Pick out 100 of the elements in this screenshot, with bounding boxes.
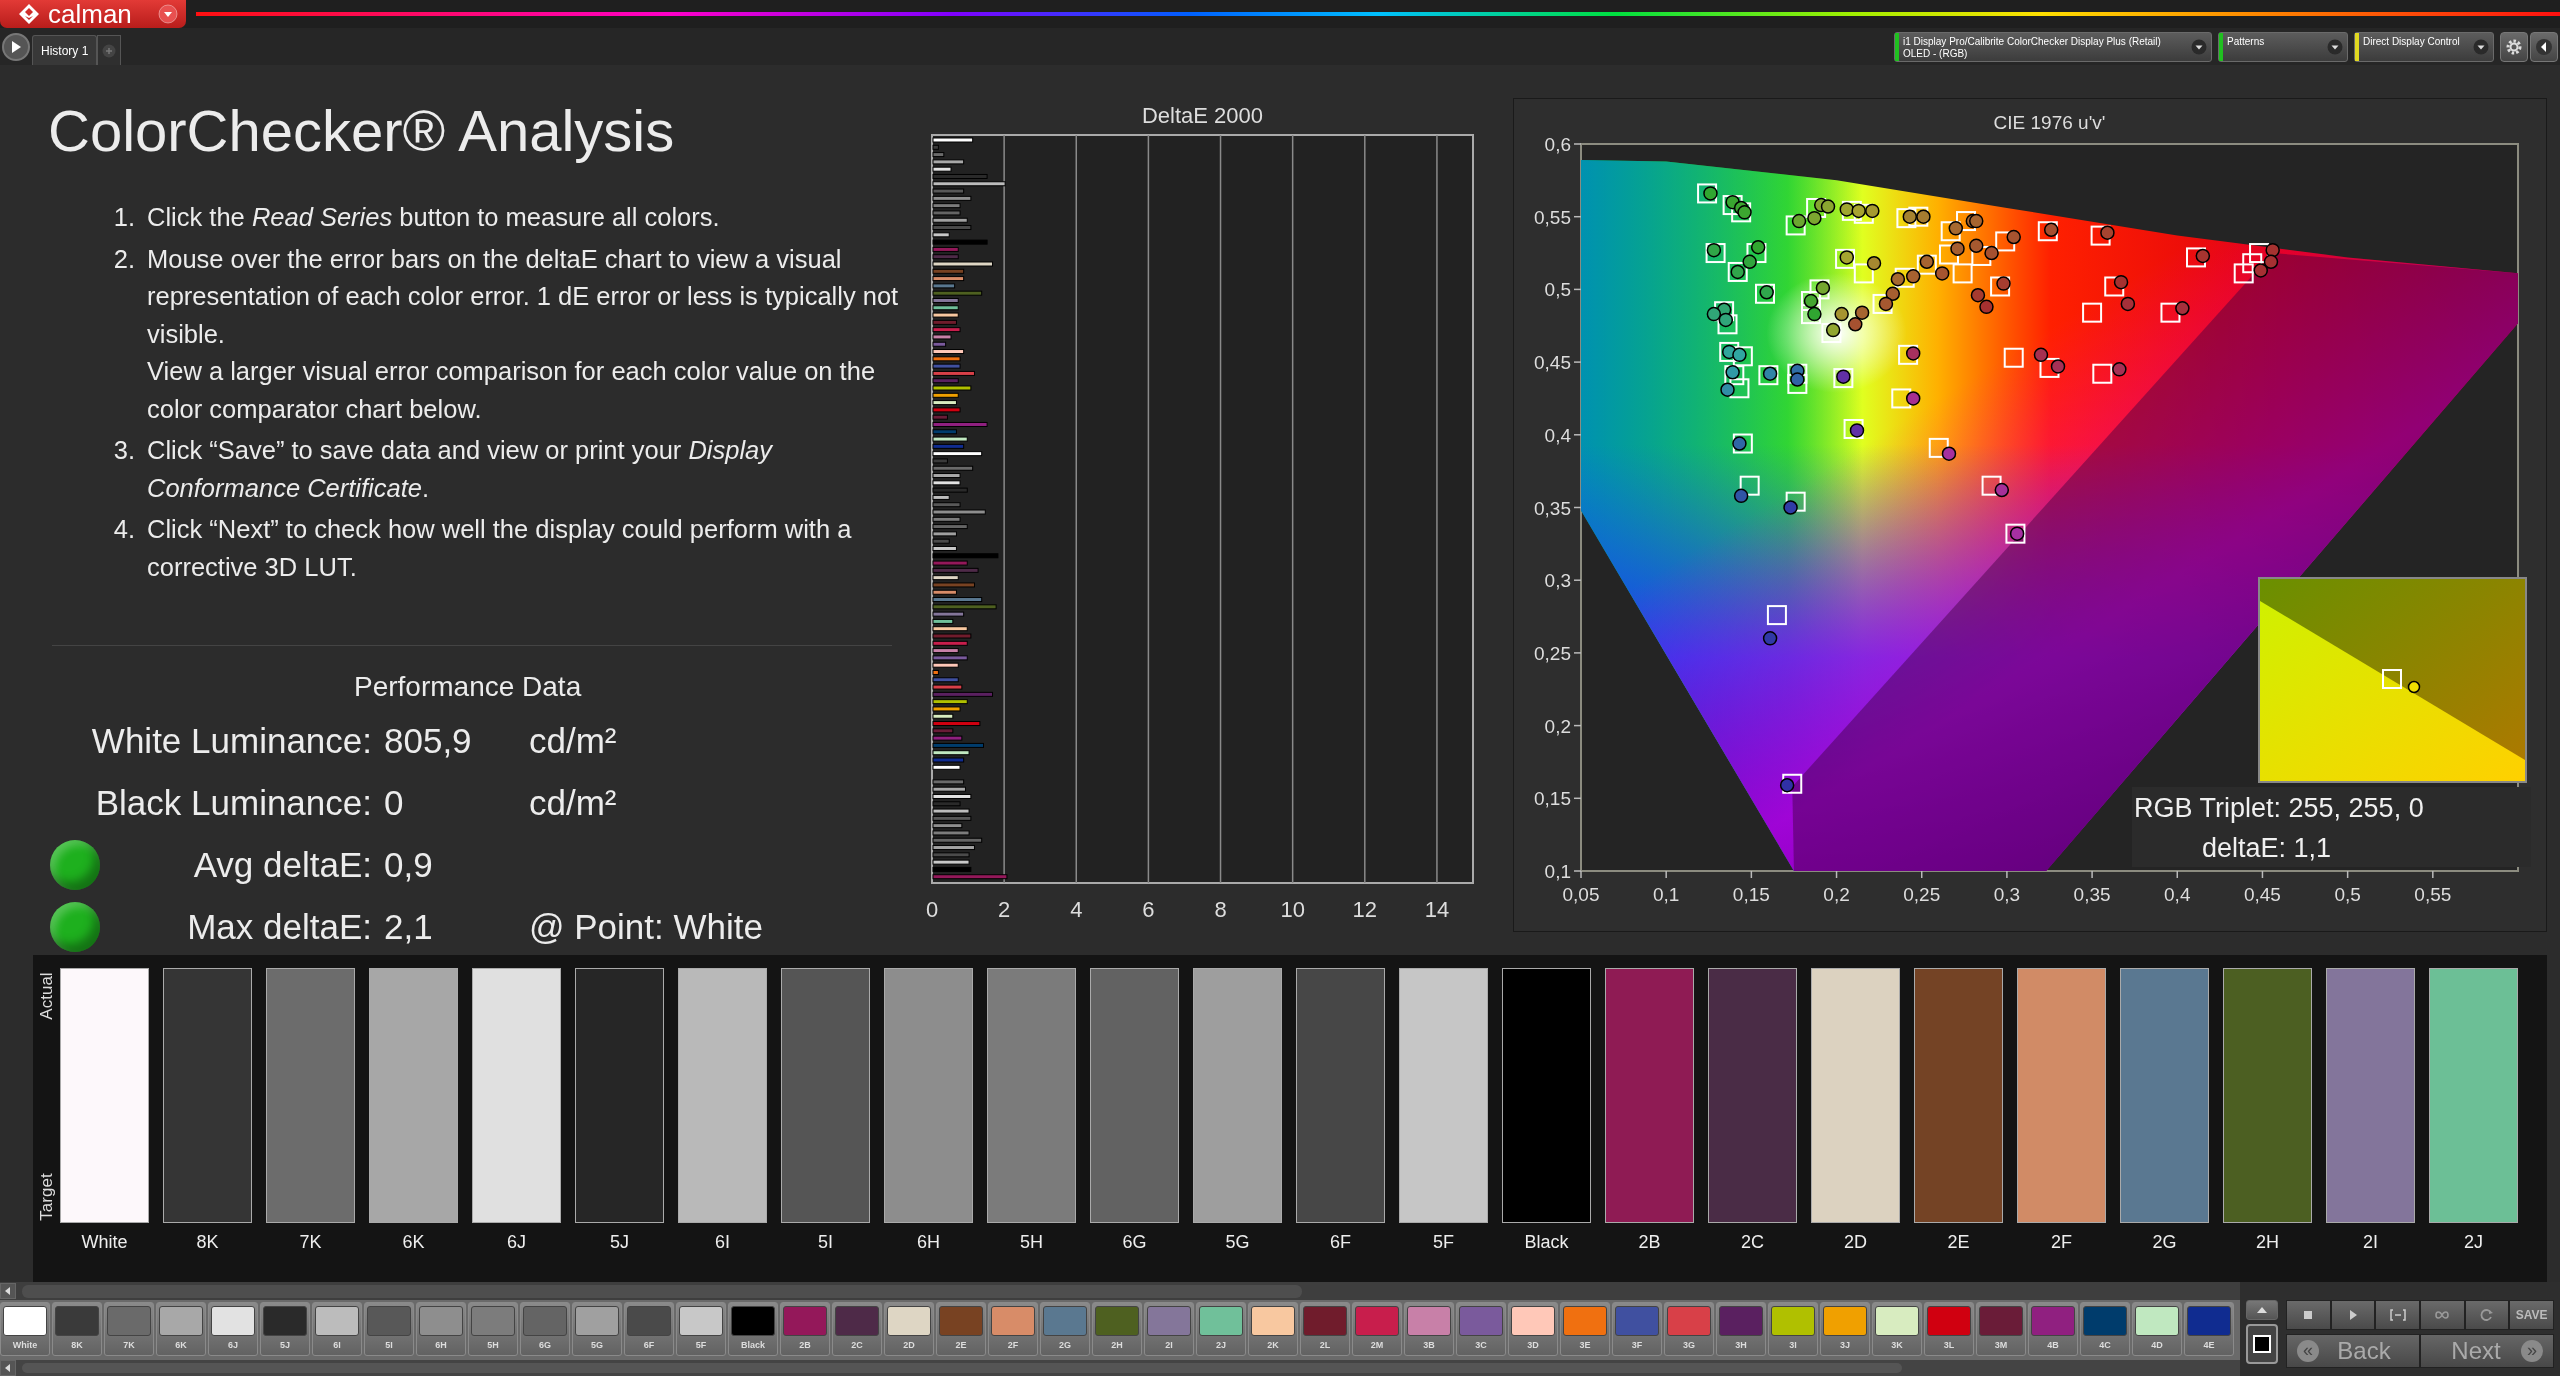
device-dropdown[interactable]: i1 Display Pro/Calibrite ColorChecker Display Plus (Retail) OLED - (RGB) bbox=[1894, 31, 2212, 62]
swatch-label: 5F bbox=[1433, 1232, 1454, 1253]
swatch-thumbnail[interactable]: 3C bbox=[1456, 1302, 1506, 1356]
tick-label: 0,55 bbox=[2414, 884, 2452, 905]
swatch-thumbnail[interactable]: 2I bbox=[1144, 1302, 1194, 1356]
step-number: 2. bbox=[113, 243, 135, 275]
swatch-thumbnail[interactable]: 6G bbox=[520, 1302, 570, 1356]
tick-label: 0,4 bbox=[2164, 884, 2191, 905]
logo-button[interactable]: calman bbox=[0, 0, 186, 28]
swatch-thumbnail[interactable]: 6I bbox=[312, 1302, 362, 1356]
swatch-thumbnail[interactable]: 3K bbox=[1872, 1302, 1922, 1356]
swatch-thumbnail[interactable]: 3D bbox=[1508, 1302, 1558, 1356]
swatch-thumbnail[interactable]: Black bbox=[728, 1302, 778, 1356]
step-number: 4. bbox=[113, 514, 135, 545]
swatch-thumbnail[interactable]: 5F bbox=[676, 1302, 726, 1356]
tick-label: 6 bbox=[1142, 897, 1155, 922]
swatch-thumbnail[interactable]: 2H bbox=[1092, 1302, 1142, 1356]
tooltip-text: deltaE: 1,1 bbox=[2202, 833, 2332, 863]
metric-unit: cd/m² bbox=[529, 721, 617, 761]
swatch-thumbnail[interactable]: 4B bbox=[2028, 1302, 2078, 1356]
tick-label: 0 bbox=[925, 897, 939, 922]
tick-label: 8 bbox=[1214, 897, 1227, 922]
tick-label: 0,45 bbox=[1534, 352, 1571, 374]
swatch-thumbnail[interactable]: 3L bbox=[1924, 1302, 1974, 1356]
swatch-thumbnail[interactable]: 6J bbox=[208, 1302, 258, 1356]
swatch-thumbnail[interactable]: 3J bbox=[1820, 1302, 1870, 1356]
swatch-label: 2G bbox=[2152, 1232, 2177, 1253]
metric-unit: cd/m² bbox=[529, 783, 617, 823]
chart-title: CIE 1976 u'v' bbox=[1993, 112, 2106, 133]
tick-label: 10 bbox=[1280, 897, 1305, 922]
tick-label: 2 bbox=[998, 897, 1011, 922]
tick-label: 0,35 bbox=[2073, 884, 2111, 905]
swatch-label: 5G bbox=[1225, 1232, 1250, 1253]
swatch-thumbnail[interactable]: 3M bbox=[1976, 1302, 2026, 1356]
swatch-thumbnail[interactable]: 7K bbox=[104, 1302, 154, 1356]
swatch-label: 2I bbox=[2363, 1232, 2378, 1253]
tick-label: 0,6 bbox=[1544, 134, 1571, 155]
swatch-thumbnail[interactable]: 3G bbox=[1664, 1302, 1714, 1356]
tick-label: 0,1 bbox=[1544, 861, 1571, 882]
swatch-thumbnail[interactable]: 2D bbox=[884, 1302, 934, 1356]
metric-label: White Luminance: bbox=[91, 721, 372, 761]
swatch-label: 6F bbox=[1330, 1232, 1351, 1253]
chart-title: DeltaE 2000 bbox=[1141, 103, 1264, 128]
swatch-thumbnail[interactable]: 8K bbox=[52, 1302, 102, 1356]
metric-value: 0,9 bbox=[384, 845, 434, 885]
tick-label: 14 bbox=[1424, 897, 1450, 922]
swatch-thumbnail[interactable]: White bbox=[0, 1302, 50, 1356]
metric-label: Black Luminance: bbox=[95, 783, 372, 823]
tick-label: 0,5 bbox=[1544, 279, 1571, 301]
metric-note: @ Point: White bbox=[529, 907, 763, 947]
metric-label: Max deltaE: bbox=[187, 907, 372, 947]
instruction-text: Click “Next” to check how well the display could perform with a corrective 3D LUT. bbox=[147, 514, 853, 583]
device-dropdown[interactable]: Direct Display Control bbox=[2354, 31, 2494, 62]
swatch-thumbnail[interactable]: 6H bbox=[416, 1302, 466, 1356]
tab[interactable]: History 1 bbox=[32, 35, 98, 65]
page-title: ColorChecker® Analysis bbox=[48, 97, 675, 165]
swatch-thumbnail[interactable]: 2M bbox=[1352, 1302, 1402, 1356]
swatch-thumbnail[interactable]: 3E bbox=[1560, 1302, 1610, 1356]
swatch-thumbnail[interactable]: 4E bbox=[2184, 1302, 2234, 1356]
tick-label: 0,15 bbox=[1732, 884, 1770, 905]
instruction-text: Click “Save” to save data and view or print your Display Conformance Certificate. bbox=[147, 435, 774, 504]
metric-label: Avg deltaE: bbox=[193, 845, 372, 885]
swatch-thumbnail[interactable]: 2G bbox=[1040, 1302, 1090, 1356]
swatch-thumbnail[interactable]: 2J bbox=[1196, 1302, 1246, 1356]
back-button[interactable]: « Back bbox=[2286, 1334, 2420, 1368]
swatch-label: 2H bbox=[2256, 1232, 2279, 1253]
tick-label: 0,3 bbox=[1544, 570, 1571, 592]
swatch-thumbnail[interactable]: 5J bbox=[260, 1302, 310, 1356]
swatch-thumbnail[interactable]: 2C bbox=[832, 1302, 882, 1356]
swatch-label: 6H bbox=[917, 1232, 940, 1253]
swatch-thumbnail[interactable]: 6K bbox=[156, 1302, 206, 1356]
swatch-thumbnail[interactable]: 2B bbox=[780, 1302, 830, 1356]
swatch-label: 6I bbox=[715, 1232, 730, 1253]
swatch-label: 2E bbox=[1947, 1232, 1970, 1253]
save-button[interactable]: SAVE bbox=[2509, 1300, 2555, 1330]
swatch-label: Black bbox=[1524, 1232, 1569, 1253]
tick-label: 0,35 bbox=[1534, 497, 1571, 519]
swatch-thumbnail[interactable]: 3F bbox=[1612, 1302, 1662, 1356]
device-dropdown[interactable]: Patterns bbox=[2218, 31, 2348, 62]
tooltip-text: RGB Triplet: 255, 255, 0 bbox=[2134, 793, 2424, 823]
swatch-thumbnail[interactable]: 2F bbox=[988, 1302, 1038, 1356]
swatch-thumbnail[interactable]: 2K bbox=[1248, 1302, 1298, 1356]
swatch-thumbnail[interactable]: 5I bbox=[364, 1302, 414, 1356]
swatch-thumbnail[interactable]: 3H bbox=[1716, 1302, 1766, 1356]
next-button[interactable]: Next » bbox=[2420, 1334, 2554, 1368]
instruction-text: Click the Read Series button to measure all colors. bbox=[147, 202, 720, 233]
swatch-thumbnail[interactable]: 3B bbox=[1404, 1302, 1454, 1356]
swatch-thumbnail[interactable]: 4C bbox=[2080, 1302, 2130, 1356]
swatch-thumbnail[interactable]: 2E bbox=[936, 1302, 986, 1356]
swatch-thumbnail[interactable]: 6F bbox=[624, 1302, 674, 1356]
swatch-label: 2C bbox=[1741, 1232, 1764, 1253]
swatch-label: 6J bbox=[507, 1232, 526, 1253]
swatch-thumbnail[interactable]: 5H bbox=[468, 1302, 518, 1356]
swatch-thumbnail[interactable]: 3I bbox=[1768, 1302, 1818, 1356]
swatch-thumbnail[interactable]: 2L bbox=[1300, 1302, 1350, 1356]
tick-label: 0,1 bbox=[1652, 884, 1680, 905]
swatch-thumbnail[interactable]: 4D bbox=[2132, 1302, 2182, 1356]
swatch-thumbnail[interactable]: 5G bbox=[572, 1302, 622, 1356]
swatch-label: 5H bbox=[1020, 1232, 1043, 1253]
swatch-label: 6G bbox=[1122, 1232, 1147, 1253]
